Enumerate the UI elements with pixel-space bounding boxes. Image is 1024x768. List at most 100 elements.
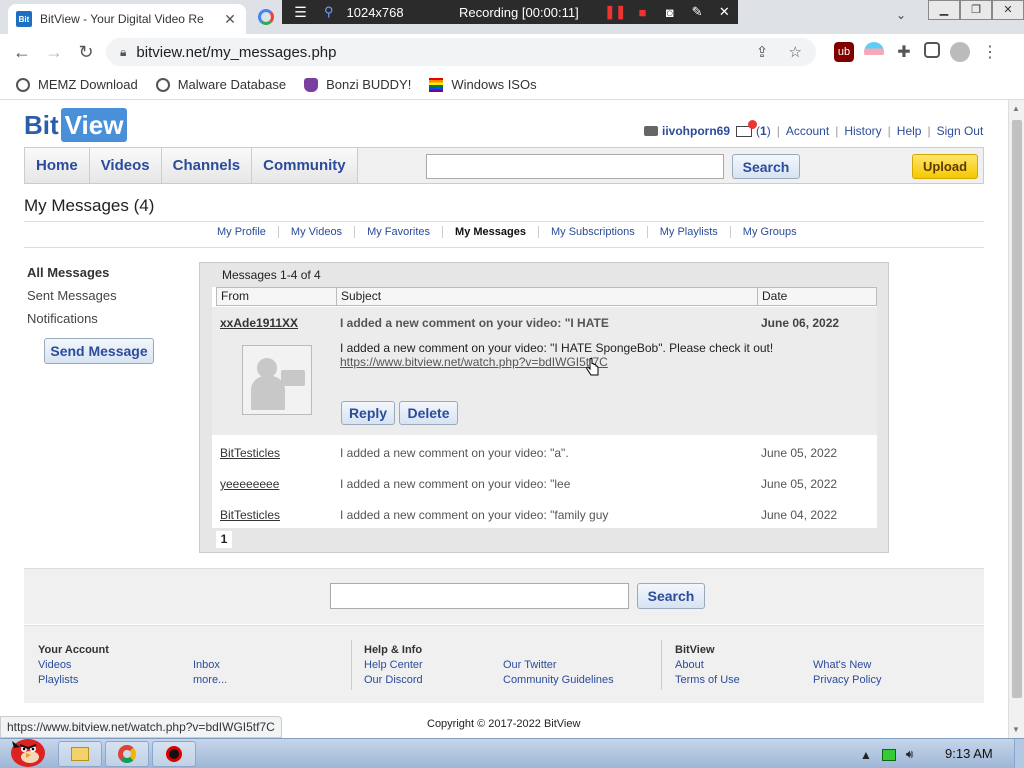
taskbar-recorder-button[interactable] xyxy=(152,741,196,767)
nav-tab-home[interactable]: Home xyxy=(25,148,90,183)
sign-out-link[interactable]: Sign Out xyxy=(937,124,984,138)
nav-tab-community[interactable]: Community xyxy=(252,148,358,183)
bookmark-bonzi-buddy[interactable]: Bonzi BUDDY! xyxy=(304,77,411,92)
network-icon[interactable] xyxy=(881,748,896,761)
subnav-my-messages[interactable]: My Messages xyxy=(442,226,538,238)
footer-link-help-center[interactable]: Help Center xyxy=(364,659,423,671)
tab-search-chevron-icon[interactable]: ⌄ xyxy=(896,8,906,22)
subnav-my-favorites[interactable]: My Favorites xyxy=(354,226,442,238)
table-row[interactable]: yeeeeeeee I added a new comment on your … xyxy=(212,468,877,499)
volume-icon[interactable]: 🔊︎ xyxy=(906,747,914,762)
back-icon[interactable]: ← xyxy=(6,42,38,63)
message-subject[interactable]: I added a new comment on your video: "a"… xyxy=(340,446,569,460)
menu-icon[interactable]: ☰ xyxy=(282,4,319,21)
message-from-link[interactable]: BitTesticles xyxy=(220,446,280,460)
search-input[interactable] xyxy=(426,154,724,179)
page-scrollbar[interactable]: ▲ ▼ xyxy=(1008,100,1024,738)
pagination-page[interactable]: 1 xyxy=(216,531,232,548)
sidebar-item-sent-messages[interactable]: Sent Messages xyxy=(27,288,117,311)
table-row[interactable]: BitTesticles I added a new comment on yo… xyxy=(212,499,877,528)
tab-close-icon[interactable]: ✕ xyxy=(222,11,238,28)
footer-link-terms-of-use[interactable]: Terms of Use xyxy=(675,674,740,686)
footer-link-privacy-policy[interactable]: Privacy Policy xyxy=(813,674,881,686)
pen-icon[interactable]: ✎ xyxy=(683,4,710,20)
share-icon[interactable]: ⇪ xyxy=(756,44,769,61)
search-button[interactable]: Search xyxy=(732,154,800,179)
forward-icon[interactable]: → xyxy=(38,42,70,63)
message-from-link[interactable]: xxAde1911XX xyxy=(220,316,298,330)
subnav-my-playlists[interactable]: My Playlists xyxy=(646,226,730,238)
upload-button[interactable]: Upload xyxy=(912,154,978,179)
table-row[interactable]: BitTesticles I added a new comment on yo… xyxy=(212,437,877,468)
pin-icon[interactable]: ⚲ xyxy=(319,4,338,20)
side-panel-icon[interactable] xyxy=(924,42,940,58)
footer-link-playlists[interactable]: Playlists xyxy=(38,674,78,686)
scroll-up-icon[interactable]: ▲ xyxy=(1012,104,1020,113)
video-thumbnail-placeholder-icon[interactable] xyxy=(242,345,312,415)
url-input[interactable]: 🔒︎ bitview.net/my_messages.php ⇪ ☆ xyxy=(106,38,816,66)
ublock-icon[interactable]: ub xyxy=(834,42,854,62)
nav-tab-videos[interactable]: Videos xyxy=(89,148,162,183)
taskbar-clock[interactable]: 9:13 AM xyxy=(945,746,993,761)
bookmark-malware-database[interactable]: Malware Database xyxy=(155,77,286,92)
footer-link-whats-new[interactable]: What's New xyxy=(813,659,871,671)
delete-button[interactable]: Delete xyxy=(399,401,458,425)
profile-avatar-icon[interactable] xyxy=(950,42,970,62)
help-link[interactable]: Help xyxy=(897,124,922,138)
camera-icon[interactable]: ◙ xyxy=(656,5,683,20)
footer-link-about[interactable]: About xyxy=(675,659,704,671)
scrollbar-thumb[interactable] xyxy=(1012,120,1022,698)
pause-icon[interactable]: ❚❚ xyxy=(602,4,629,20)
footer-link-our-twitter[interactable]: Our Twitter xyxy=(503,659,557,671)
close-recording-icon[interactable]: ✕ xyxy=(711,4,738,20)
message-subject[interactable]: I added a new comment on your video: "I … xyxy=(340,316,609,330)
footer-link-inbox[interactable]: Inbox xyxy=(193,659,220,671)
taskbar-explorer-button[interactable] xyxy=(58,741,102,767)
subnav-my-subscriptions[interactable]: My Subscriptions xyxy=(537,226,647,238)
footer-search-button[interactable]: Search xyxy=(637,583,705,609)
sidebar-item-notifications[interactable]: Notifications xyxy=(27,311,117,334)
username-link[interactable]: iivohporn69 xyxy=(662,124,730,138)
bookmark-windows-isos[interactable]: Windows ISOs xyxy=(429,77,537,92)
more-menu-icon[interactable]: ⋮ xyxy=(980,42,1000,62)
message-from-link[interactable]: BitTesticles xyxy=(220,508,280,522)
send-message-button[interactable]: Send Message xyxy=(44,338,154,364)
table-row-expanded[interactable]: xxAde1911XX I added a new comment on you… xyxy=(212,307,877,435)
footer-link-community-guidelines[interactable]: Community Guidelines xyxy=(503,674,614,686)
angry-bird-start-icon[interactable] xyxy=(4,733,48,767)
sidebar-item-all-messages[interactable]: All Messages xyxy=(27,265,117,288)
footer-link-videos[interactable]: Videos xyxy=(38,659,71,671)
mail-count[interactable]: (1) xyxy=(756,124,771,138)
subnav-my-profile[interactable]: My Profile xyxy=(205,226,278,238)
subnav-my-videos[interactable]: My Videos xyxy=(277,226,354,238)
footer-link-more[interactable]: more... xyxy=(193,674,227,686)
subnav-my-groups[interactable]: My Groups xyxy=(729,226,809,238)
maximize-button[interactable]: ❐ xyxy=(960,0,992,20)
browser-tab-active[interactable]: Bit BitView - Your Digital Video Re ✕ xyxy=(8,4,246,34)
bookmark-star-icon[interactable]: ☆ xyxy=(789,44,802,61)
scroll-down-icon[interactable]: ▼ xyxy=(1012,725,1020,734)
lock-icon[interactable]: 🔒︎ xyxy=(120,45,126,60)
bookmark-memz[interactable]: MEMZ Download xyxy=(16,77,138,92)
bitview-logo[interactable]: Bit View xyxy=(24,108,128,142)
footer-link-our-discord[interactable]: Our Discord xyxy=(364,674,423,686)
close-window-button[interactable]: ✕ xyxy=(992,0,1024,20)
account-link[interactable]: Account xyxy=(786,124,829,138)
message-subject[interactable]: I added a new comment on your video: "le… xyxy=(340,477,570,491)
trans-flag-extension-icon[interactable] xyxy=(864,42,884,62)
nav-tab-channels[interactable]: Channels xyxy=(161,148,253,183)
mail-notification-icon[interactable] xyxy=(736,119,758,137)
google-tab-icon[interactable] xyxy=(258,9,274,25)
extensions-puzzle-icon[interactable]: ✚ xyxy=(894,42,914,62)
show-desktop-button[interactable] xyxy=(1014,739,1024,768)
show-hidden-icons-icon[interactable]: ▲ xyxy=(860,748,872,762)
history-link[interactable]: History xyxy=(844,124,881,138)
message-video-link[interactable]: https://www.bitview.net/watch.php?v=bdIW… xyxy=(340,355,773,369)
footer-search-input[interactable] xyxy=(330,583,629,609)
taskbar-chrome-button[interactable] xyxy=(105,741,149,767)
reply-button[interactable]: Reply xyxy=(341,401,395,425)
message-subject[interactable]: I added a new comment on your video: "fa… xyxy=(340,508,608,522)
message-from-link[interactable]: yeeeeeeee xyxy=(220,477,279,491)
stop-icon[interactable]: ■ xyxy=(629,5,656,20)
reload-icon[interactable]: ↻ xyxy=(70,42,102,63)
